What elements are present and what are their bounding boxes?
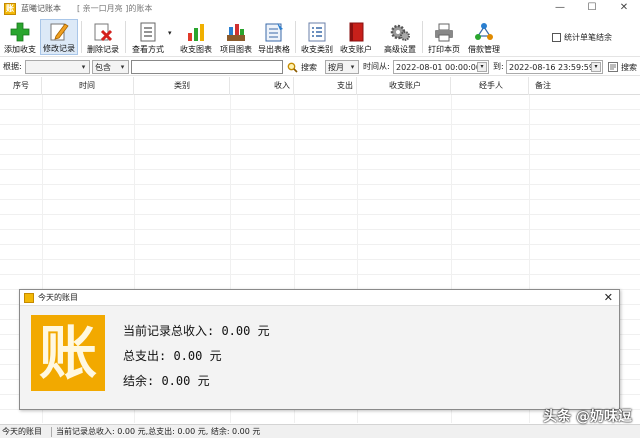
add-record-button[interactable]: 添加收支 <box>2 19 38 55</box>
time-from-datepicker[interactable]: 2022-08-01 00:00:00 ▾ <box>393 60 489 74</box>
minimize-button[interactable]: — <box>544 0 576 17</box>
table-row[interactable] <box>0 185 640 200</box>
column-header-time[interactable]: 时间 <box>42 77 134 95</box>
toolbar: 添加收支 修改记录 删除记录 查看方式 ▾ 收支图表 项目图表 导出表格 收支类… <box>0 17 640 57</box>
add-plus-icon <box>9 21 31 43</box>
account-book-icon <box>345 21 367 43</box>
column-header-index[interactable]: 序号 <box>0 77 42 95</box>
view-mode-dropdown-arrow[interactable]: ▾ <box>168 29 172 37</box>
edit-pencil-icon <box>48 20 70 42</box>
ledger-badge-icon: 账 <box>31 315 105 391</box>
status-summary: 当前记录总收入: 0.00 元,总支出: 0.00 元, 结余: 0.00 元 <box>56 427 261 436</box>
balance-text: 结余: 0.00 元 <box>123 374 210 388</box>
by-label: 根据: <box>3 62 22 71</box>
app-logo-icon: 账 <box>4 2 16 15</box>
maximize-button[interactable]: ☐ <box>576 0 608 17</box>
field-select[interactable]: ▾ <box>25 60 90 74</box>
close-button[interactable]: ✕ <box>608 0 640 17</box>
time-from-label: 时间从: <box>363 62 390 71</box>
column-header-handler[interactable]: 经手人 <box>451 77 529 95</box>
search-list-icon <box>608 62 618 72</box>
filter-bar: 根据: ▾ 包含 ▾ 搜索 按月 ▾ 时间从: 2022-08-01 00:00… <box>0 58 640 76</box>
view-mode-icon <box>137 21 159 43</box>
delete-record-button[interactable]: 删除记录 <box>84 19 122 55</box>
account-button[interactable]: 收支账户 <box>337 19 375 55</box>
table-row[interactable] <box>0 95 640 110</box>
search-button[interactable]: 搜索 <box>287 60 317 74</box>
table-row[interactable] <box>0 215 640 230</box>
category-list-icon <box>306 21 328 43</box>
title-bar: 账 蓝曦记账本 [ 亲一口月亮 ]的账本 — ☐ ✕ <box>0 0 640 17</box>
category-button[interactable]: 收支类别 <box>298 19 336 55</box>
table-row[interactable] <box>0 230 640 245</box>
project-chart-icon <box>225 21 247 43</box>
view-mode-button[interactable]: 查看方式 <box>128 19 168 55</box>
printer-icon <box>433 21 455 43</box>
checkbox-box[interactable] <box>552 33 561 42</box>
time-to-label: 到: <box>493 62 504 71</box>
loan-network-icon <box>473 21 495 43</box>
bar-chart-icon <box>185 21 207 43</box>
table-row[interactable] <box>0 140 640 155</box>
dialog-title-bar: 今天的账目 ✕ <box>20 290 619 306</box>
total-expense-text: 总支出: 0.00 元 <box>123 349 222 363</box>
calendar-dropdown-icon[interactable]: ▾ <box>477 62 487 72</box>
table-row[interactable] <box>0 245 640 260</box>
table-row[interactable] <box>0 200 640 215</box>
chevron-down-icon: ▾ <box>350 63 355 71</box>
loan-management-button[interactable]: 借款管理 <box>464 19 504 55</box>
app-title: 蓝曦记账本 <box>21 4 61 13</box>
advanced-settings-button[interactable]: 高级设置 <box>381 19 419 55</box>
total-income-text: 当前记录总收入: 0.00 元 <box>123 324 270 338</box>
column-header-notes[interactable]: 备注 <box>529 77 640 95</box>
search-button-2[interactable]: 搜索 <box>608 60 637 74</box>
project-chart-button[interactable]: 项目图表 <box>217 19 255 55</box>
search-icon <box>287 62 298 73</box>
status-bar: 今天的账目 当前记录总收入: 0.00 元,总支出: 0.00 元, 结余: 0… <box>0 424 640 438</box>
dialog-title: 今天的账目 <box>38 293 78 302</box>
export-table-icon <box>263 21 285 43</box>
keyword-input[interactable] <box>131 60 283 74</box>
edit-record-button[interactable]: 修改记录 <box>40 19 78 55</box>
table-row[interactable] <box>0 170 640 185</box>
today-summary-dialog: 今天的账目 ✕ 账 当前记录总收入: 0.00 元 总支出: 0.00 元 结余… <box>19 289 620 410</box>
dialog-app-icon <box>24 292 34 303</box>
checkbox-label: 统计单笔结余 <box>564 33 612 42</box>
column-header-category[interactable]: 类别 <box>134 77 230 95</box>
gear-icon <box>389 21 411 43</box>
table-row[interactable] <box>0 125 640 140</box>
income-chart-button[interactable]: 收支图表 <box>177 19 215 55</box>
table-row[interactable] <box>0 275 640 290</box>
table-row[interactable] <box>0 260 640 275</box>
chevron-down-icon: ▾ <box>120 63 125 71</box>
table-row[interactable] <box>0 110 640 125</box>
column-header-income[interactable]: 收入 <box>230 77 294 95</box>
dialog-close-button[interactable]: ✕ <box>604 291 613 304</box>
stat-single-balance-checkbox[interactable]: 统计单笔结余 <box>552 32 612 43</box>
chevron-down-icon: ▾ <box>81 63 86 71</box>
calendar-dropdown-icon[interactable]: ▾ <box>591 62 601 72</box>
column-header-expense[interactable]: 支出 <box>294 77 357 95</box>
match-select[interactable]: 包含 ▾ <box>92 60 129 74</box>
status-label: 今天的账目 <box>2 427 42 436</box>
book-title: [ 亲一口月亮 ]的账本 <box>77 4 153 13</box>
table-header: 序号 时间 类别 收入 支出 收支账户 经手人 备注 <box>0 77 640 95</box>
column-header-account[interactable]: 收支账户 <box>357 77 451 95</box>
table-row[interactable] <box>0 155 640 170</box>
watermark-text: 头条 @奶味逗 <box>543 409 632 425</box>
print-button[interactable]: 打印本页 <box>425 19 463 55</box>
export-table-button[interactable]: 导出表格 <box>256 19 292 55</box>
period-select[interactable]: 按月 ▾ <box>325 60 359 74</box>
delete-x-icon <box>92 21 114 43</box>
time-to-datepicker[interactable]: 2022-08-16 23:59:59 ▾ <box>506 60 603 74</box>
